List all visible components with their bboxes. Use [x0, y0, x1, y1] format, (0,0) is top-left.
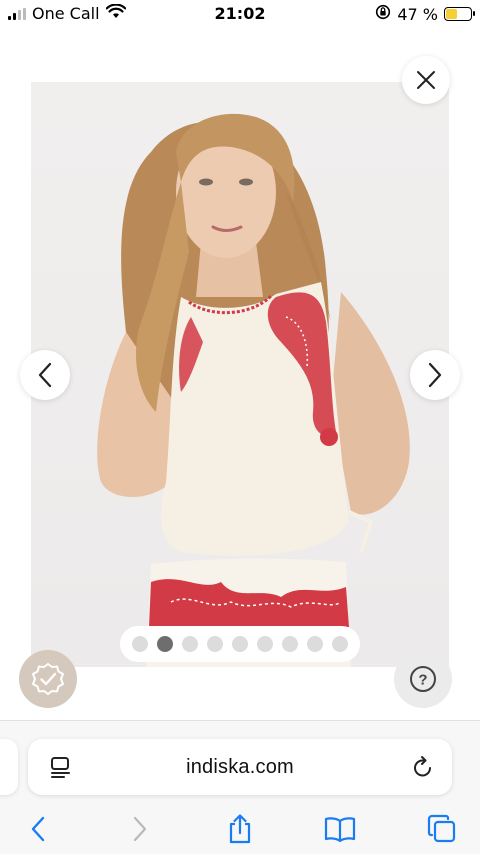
pagination-dot[interactable]	[207, 636, 223, 652]
verified-badge-icon	[32, 663, 64, 695]
model-illustration	[97, 113, 410, 667]
battery-percent: 47 %	[397, 4, 438, 24]
pagination-dot[interactable]	[307, 636, 323, 652]
pagination-dot[interactable]	[132, 636, 148, 652]
pagination-dot[interactable]	[182, 636, 198, 652]
share-button[interactable]	[224, 813, 256, 845]
address-bar[interactable]: indiska.com	[28, 739, 452, 795]
pagination-dot[interactable]	[232, 636, 248, 652]
previous-image-button[interactable]	[20, 350, 70, 400]
browser-toolbar	[0, 809, 480, 849]
help-button[interactable]: ?	[394, 650, 452, 708]
close-icon	[417, 71, 435, 89]
pagination-dot[interactable]	[332, 636, 348, 652]
share-icon	[229, 814, 251, 844]
product-image[interactable]	[31, 82, 449, 667]
forward-button[interactable]	[124, 813, 156, 845]
image-pagination	[120, 626, 360, 662]
browser-bar: indiska.com	[0, 720, 480, 854]
pagination-dot[interactable]	[282, 636, 298, 652]
tabs-icon	[427, 814, 456, 843]
chevron-right-icon	[428, 362, 442, 388]
status-bar: One Call 21:02 47 %	[0, 0, 480, 28]
badge-button[interactable]	[19, 650, 77, 708]
forward-icon	[133, 816, 147, 842]
close-button[interactable]	[402, 56, 450, 104]
back-button[interactable]	[22, 813, 54, 845]
reload-icon[interactable]	[412, 755, 434, 784]
tabs-button[interactable]	[426, 813, 458, 845]
previous-tab-preview[interactable]	[0, 739, 18, 795]
next-image-button[interactable]	[410, 350, 460, 400]
orientation-lock-icon	[375, 4, 391, 24]
chevron-left-icon	[38, 362, 52, 388]
url-text: indiska.com	[186, 755, 294, 778]
back-icon	[31, 816, 45, 842]
bookmarks-button[interactable]	[324, 813, 356, 845]
reader-icon[interactable]	[50, 755, 72, 784]
battery-charging-icon	[444, 7, 475, 21]
pagination-dot[interactable]	[257, 636, 273, 652]
bookmarks-icon	[324, 817, 356, 843]
pagination-dot-active[interactable]	[157, 636, 173, 652]
status-right: 47 %	[375, 4, 475, 24]
help-icon: ?	[410, 666, 436, 692]
help-glyph: ?	[418, 672, 427, 689]
